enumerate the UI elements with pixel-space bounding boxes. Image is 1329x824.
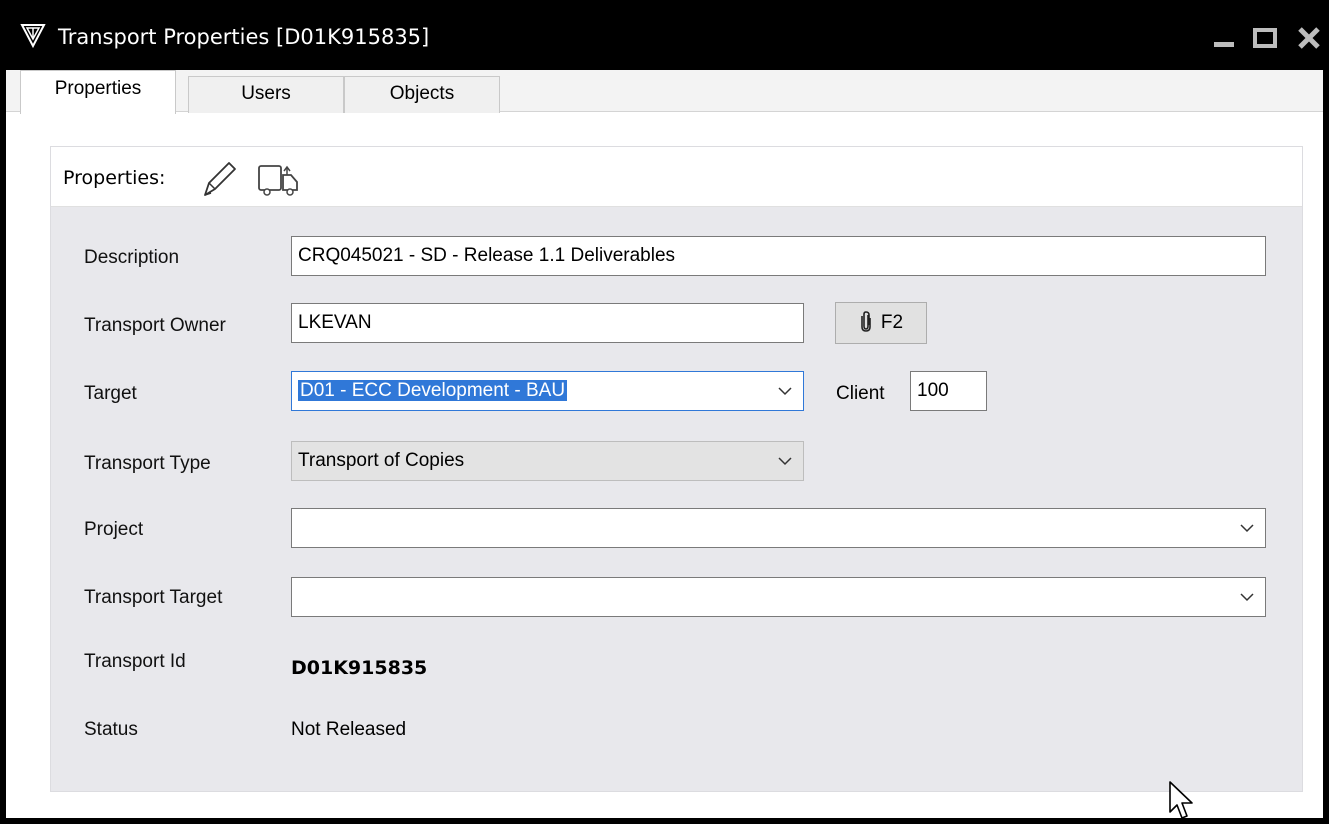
client-field[interactable]: 100 [910,371,987,411]
target-label: Target [84,383,137,404]
description-label: Description [84,247,180,268]
status-label: Status [84,719,138,740]
paperclip-icon [861,311,871,332]
description-field[interactable]: CRQ045021 - SD - Release 1.1 Deliverable… [291,236,1266,276]
owner-lookup-label: F2 [880,312,904,333]
window-border-right [1323,0,1329,824]
truck-icon[interactable] [257,163,307,197]
owner-lookup-button[interactable]: F2 [835,302,927,344]
target-select[interactable]: D01 - ECC Development - BAU [291,371,804,411]
tab-strip: Properties Users Objects [6,70,1323,114]
app-logo-icon [20,24,46,48]
transport-owner-label: Transport Owner [84,315,226,336]
status-value: Not Released [291,719,407,740]
tab-objects[interactable]: Objects [344,76,500,113]
client-label: Client [836,383,885,404]
transport-type-value: Transport of Copies [298,450,465,471]
tab-properties[interactable]: Properties [20,70,176,114]
transport-type-label: Transport Type [84,453,211,474]
transport-id-value: D01K915835 [291,657,428,679]
project-label: Project [84,519,144,540]
window-border-left [0,0,6,824]
title-bar[interactable]: Transport Properties [D01K915835] [0,0,1329,70]
transport-target-label: Transport Target [84,587,223,608]
panel-header: Properties: [51,147,1302,207]
chevron-down-icon[interactable] [777,381,793,401]
maximize-icon[interactable] [1252,26,1278,50]
properties-panel: Properties: Description CRQ045021 - SD -… [50,146,1303,792]
minimize-icon[interactable] [1211,26,1237,50]
window-border-bottom [0,818,1329,824]
transport-properties-window: Transport Properties [D01K915835] Proper… [0,0,1329,824]
close-icon[interactable] [1296,26,1322,50]
window-title: Transport Properties [D01K915835] [58,25,430,49]
chevron-down-icon[interactable] [777,451,793,471]
chevron-down-icon[interactable] [1239,518,1255,538]
project-select[interactable] [291,508,1266,548]
panel-header-label: Properties: [63,167,166,189]
transport-target-select[interactable] [291,577,1266,617]
transport-owner-field[interactable]: LKEVAN [291,303,804,343]
transport-type-select[interactable]: Transport of Copies [291,441,804,481]
transport-id-label: Transport Id [84,651,186,672]
tab-users[interactable]: Users [188,76,344,113]
target-selected-value: D01 - ECC Development - BAU [298,380,568,401]
chevron-down-icon[interactable] [1239,587,1255,607]
pencil-icon[interactable] [197,157,241,199]
